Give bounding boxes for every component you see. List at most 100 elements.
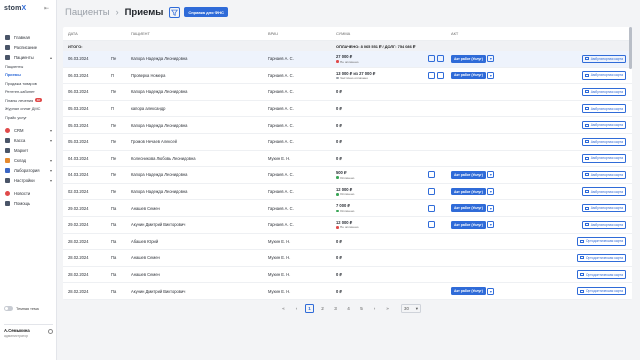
print-icon[interactable] xyxy=(428,204,435,212)
chevron-down-icon[interactable]: ▾ xyxy=(487,71,495,79)
page-button[interactable]: 2 xyxy=(318,304,327,313)
table-row[interactable]: 06.03.2024 Пе Капора Надежда Леонидовна Гар… xyxy=(63,84,632,101)
document-icon[interactable] xyxy=(437,71,444,79)
table-row[interactable]: 06.03.2024 Пе Капора Надежда Леонидовна Гар… xyxy=(63,51,632,68)
col-act[interactable]: АКТ xyxy=(451,31,532,36)
act-button[interactable]: Акт работ (Услуг) xyxy=(451,287,486,295)
card-button[interactable]: Ортодонтическая карта xyxy=(576,237,626,246)
print-icon[interactable] xyxy=(428,55,435,63)
table-row[interactable]: 06.03.2024 П Проверка Номера Гарнаев А. С. 1… xyxy=(63,68,632,85)
card-button[interactable]: Амбулаторная карта xyxy=(581,120,626,130)
table-row[interactable]: 05.03.2024 Пкапора александр Гарнаев А. С.… xyxy=(63,101,632,118)
card-button[interactable]: Амбулаторная карта xyxy=(581,87,626,97)
table-row[interactable]: 28.02.2024 Па Акунин Дмитрий Викторович Мух… xyxy=(63,283,632,300)
cell-patient[interactable]: Абашев Юрий xyxy=(131,239,268,244)
sidebar-item-schedule[interactable]: Расписание xyxy=(0,42,57,52)
card-button[interactable]: Амбулаторная карта xyxy=(581,137,626,146)
app-logo[interactable]: stomX xyxy=(4,5,26,12)
sidebar-item-home[interactable]: Главная xyxy=(0,32,57,42)
sidebar-item-crm[interactable]: CRM ▾ xyxy=(0,126,57,136)
chevron-down-icon[interactable]: ▾ xyxy=(487,55,495,63)
toggle-switch[interactable] xyxy=(4,306,13,311)
card-button[interactable]: Ортодонтическая карта xyxy=(576,253,626,263)
card-button[interactable]: Амбулаторная карта xyxy=(581,187,626,196)
scrollbar[interactable] xyxy=(629,27,632,69)
cell-patient[interactable]: Капора Надежда Леонидовна xyxy=(131,56,268,61)
card-button[interactable]: Ортодонтическая карта xyxy=(576,270,626,279)
cell-patient[interactable]: Капора Надежда Леонидовна xyxy=(131,189,268,194)
chevron-down-icon[interactable]: ▾ xyxy=(487,171,495,179)
fns-certificate-button[interactable]: Справка для ФНС xyxy=(184,7,228,17)
table-row[interactable]: 02.03.2024 Пе Капора Надежда Леонидовна Гар… xyxy=(63,184,632,201)
cell-patient[interactable]: Анашев Семен xyxy=(131,206,268,211)
cell-patient[interactable]: Проверка Номера xyxy=(131,73,268,78)
next-page-icon[interactable]: › xyxy=(370,304,379,313)
breadcrumb[interactable]: Пациенты xyxy=(65,7,110,18)
page-button[interactable]: 4 xyxy=(344,304,353,313)
gear-icon[interactable] xyxy=(48,329,53,334)
print-icon[interactable] xyxy=(428,71,435,79)
cell-patient[interactable]: Громов Нечаев Алексей xyxy=(131,139,268,144)
card-button[interactable]: Амбулаторная карта xyxy=(581,104,626,113)
act-button[interactable]: Акт работ (Услуг) xyxy=(451,171,486,179)
filter-button[interactable] xyxy=(169,6,181,18)
sidebar-subitem-visits[interactable]: Приемы xyxy=(0,71,57,80)
print-icon[interactable] xyxy=(428,171,435,179)
sidebar-item-laboratory[interactable]: Лаборатория ▾ xyxy=(0,166,57,176)
table-row[interactable]: 05.03.2024 Пе Громов Нечаев Алексей Гарнаев… xyxy=(63,134,632,151)
act-button[interactable]: Акт работ (Услуг) xyxy=(451,55,486,63)
cell-patient[interactable]: Капора Надежда Леонидовна xyxy=(131,123,268,128)
col-sum[interactable]: СУММА xyxy=(336,31,428,36)
table-row[interactable]: 05.03.2024 Пе Капора Надежда Леонидовна Гар… xyxy=(63,117,632,134)
table-row[interactable]: 29.02.2024 Па Акунин Дмитрий Викторович Гар… xyxy=(63,217,632,234)
act-button[interactable]: Акт работ (Услуг) xyxy=(451,187,486,196)
cell-patient[interactable]: Анашев Семен xyxy=(131,272,268,277)
cell-patient[interactable]: Колесникова Любовь Леонидовна xyxy=(131,156,268,161)
act-button[interactable]: Акт работ (Услуг) xyxy=(451,71,486,80)
print-icon[interactable] xyxy=(428,188,435,196)
sidebar-item-patients[interactable]: Пациенты ▴ xyxy=(0,52,57,62)
chevron-down-icon[interactable]: ▾ xyxy=(487,221,495,229)
print-icon[interactable] xyxy=(428,221,435,229)
col-date[interactable]: ДАТА xyxy=(63,31,111,36)
act-button[interactable]: Акт работ (Услуг) xyxy=(451,204,486,212)
table-row[interactable]: 28.02.2024 Па Абашев Юрий Мухин Е. Н. 0 ₽ Орт… xyxy=(63,234,632,251)
card-button[interactable]: Амбулаторная карта xyxy=(581,220,626,229)
sidebar-item-settings[interactable]: Настройки ▾ xyxy=(0,176,57,186)
table-row[interactable]: 28.02.2024 Па Анашев Семен Мухин Е. Н. 0 ₽ Ор… xyxy=(63,267,632,284)
card-button[interactable]: Амбулаторная карта xyxy=(581,154,626,163)
page-button[interactable]: 3 xyxy=(331,304,340,313)
sidebar-item-help[interactable]: Помощь xyxy=(0,199,57,209)
sidebar-item-cashbox[interactable]: Касса ▾ xyxy=(0,136,57,146)
col-patient[interactable]: ПАЦИЕНТ xyxy=(131,31,268,36)
act-button[interactable]: Акт работ (Услуг) xyxy=(451,220,486,229)
table-row[interactable]: 04.03.2024 Пе Колесникова Любовь Леонидовн… xyxy=(63,151,632,168)
dark-mode-toggle[interactable]: Темная тема xyxy=(4,306,39,311)
page-button[interactable]: 1 xyxy=(305,304,314,313)
cell-patient[interactable]: Анашев Семен xyxy=(131,255,268,260)
cell-patient[interactable]: Акунин Дмитрий Викторович xyxy=(131,222,268,227)
document-icon[interactable] xyxy=(437,55,444,63)
cell-patient[interactable]: капора александр xyxy=(131,106,268,111)
prev-page-icon[interactable]: ‹ xyxy=(292,304,301,313)
sidebar-subitem-goods-sales[interactable]: Продажа товаров xyxy=(0,79,57,88)
card-button[interactable]: Амбулаторная карта xyxy=(581,71,626,80)
chevron-down-icon[interactable]: ▾ xyxy=(487,204,495,212)
card-button[interactable]: Ортодонтическая карта xyxy=(576,286,626,296)
sidebar-subitem-treatment-plans[interactable]: Планы лечения 40 xyxy=(0,96,57,105)
card-button[interactable]: Амбулаторная карта xyxy=(581,170,626,180)
sidebar-subitem-xray[interactable]: Рентген-кабинет xyxy=(0,88,57,97)
cell-patient[interactable]: Капора Надежда Леонидовна xyxy=(131,172,268,177)
chevron-down-icon[interactable]: ▾ xyxy=(487,287,495,295)
sidebar-subitem-dms-payments[interactable]: Журнал оплат ДМС xyxy=(0,105,57,114)
page-button[interactable]: 5 xyxy=(357,304,366,313)
last-page-icon[interactable]: » xyxy=(383,304,392,313)
card-button[interactable]: Амбулаторная карта xyxy=(581,54,626,63)
col-doctor[interactable]: ВРАЧ xyxy=(268,31,336,36)
sidebar-item-market[interactable]: Маркет xyxy=(0,146,57,156)
cell-patient[interactable]: Капора Надежда Леонидовна xyxy=(131,89,268,94)
collapse-sidebar-icon[interactable]: ⇤ xyxy=(44,5,49,12)
cell-patient[interactable]: Акунин Дмитрий Викторович xyxy=(131,289,268,294)
first-page-icon[interactable]: « xyxy=(279,304,288,313)
chevron-down-icon[interactable]: ▾ xyxy=(487,188,495,196)
